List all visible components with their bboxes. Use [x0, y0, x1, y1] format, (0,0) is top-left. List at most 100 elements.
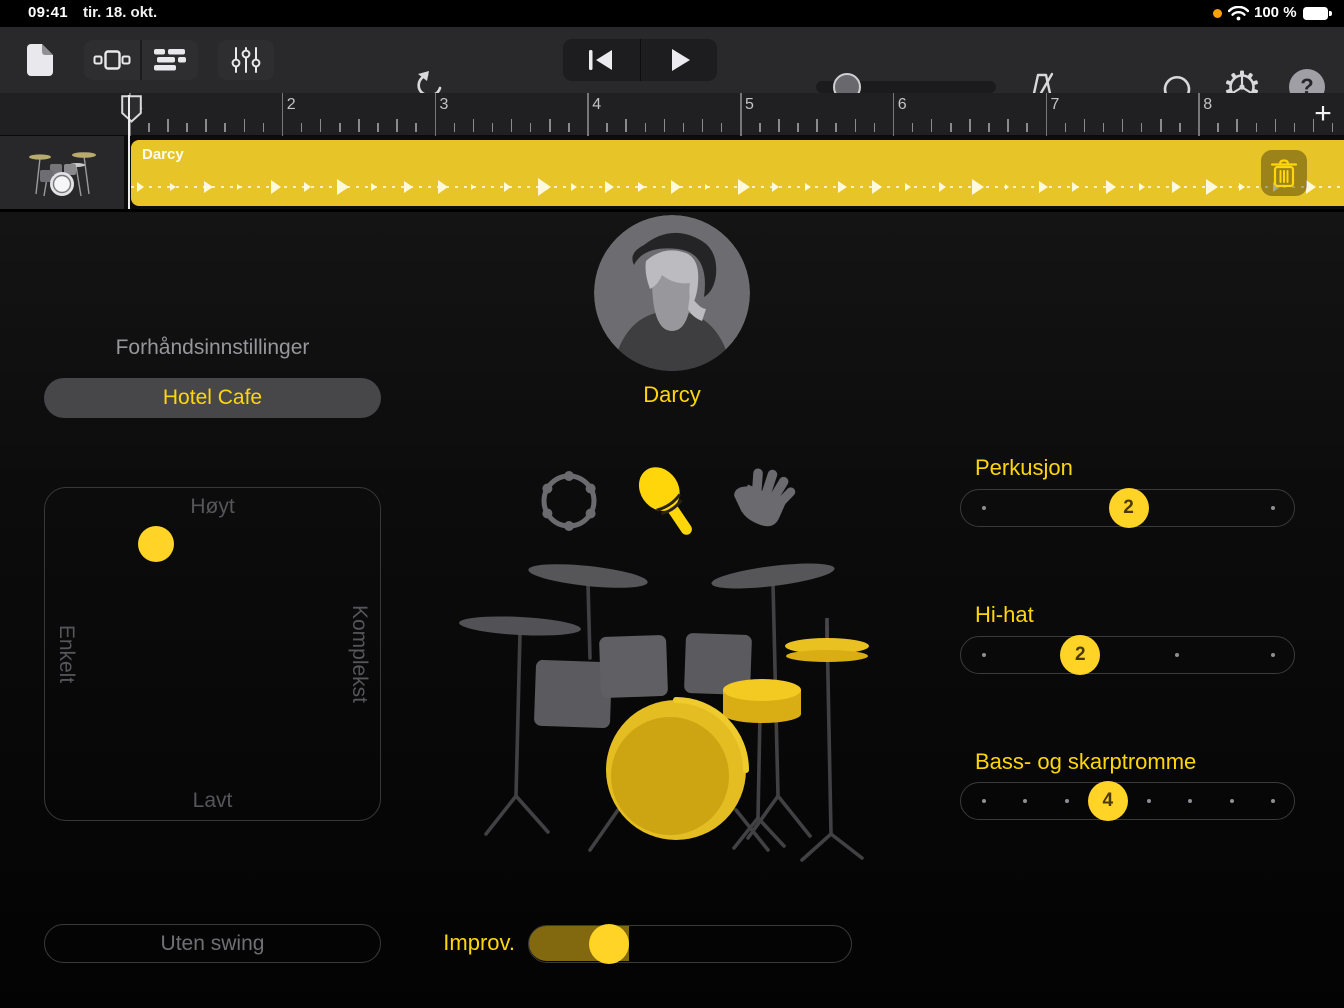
tracks-view-button[interactable] — [142, 40, 198, 80]
kick-drum-yellow[interactable] — [606, 700, 746, 840]
stepper-dot[interactable] — [1271, 506, 1275, 510]
ruler-tick — [263, 123, 265, 132]
percussion-stepper[interactable]: 2 — [960, 489, 1295, 527]
stepper-dot[interactable] — [982, 506, 986, 510]
ruler-tick — [415, 123, 417, 132]
play-button[interactable] — [641, 39, 718, 81]
stepper-dot[interactable] — [1230, 799, 1234, 803]
ruler-tick — [855, 119, 857, 132]
improv-slider-knob[interactable] — [589, 924, 629, 964]
waveform-marker — [705, 184, 709, 190]
ruler-tick — [664, 119, 666, 132]
battery-icon — [1303, 7, 1328, 20]
ruler-tick — [1103, 123, 1105, 132]
privacy-indicator-dot — [1213, 9, 1222, 18]
ruler-tick — [912, 123, 914, 132]
handclap-button[interactable] — [728, 465, 798, 535]
stepper-dot[interactable] — [1188, 799, 1192, 803]
waveform-marker — [772, 182, 779, 192]
ruler-tick — [625, 119, 627, 132]
stepper-dot[interactable] — [1023, 799, 1027, 803]
ruler-tick — [530, 123, 532, 132]
stepper-dot[interactable] — [982, 653, 986, 657]
loudness-complexity-pad[interactable]: Høyt Lavt Enkelt Komplekst — [44, 487, 381, 821]
ruler-bar-line — [587, 93, 589, 136]
ruler-tick — [205, 119, 207, 132]
drum-kit-thumbnail — [26, 146, 98, 200]
track-header-drums[interactable] — [0, 136, 124, 210]
ruler-tick — [549, 119, 551, 132]
status-bar: 09:41 tir. 18. okt. 100 % — [0, 0, 1344, 27]
waveform-marker — [204, 181, 213, 193]
ruler-tick — [320, 119, 322, 132]
drum-kit-illustration[interactable] — [438, 538, 896, 878]
delete-region-button[interactable] — [1261, 150, 1307, 196]
swing-button[interactable]: Uten swing — [44, 924, 381, 963]
stepper-dot[interactable] — [1175, 653, 1179, 657]
ruler-tick — [1236, 119, 1238, 132]
xy-pad-puck[interactable] — [138, 526, 174, 562]
document-button[interactable] — [20, 40, 60, 80]
kick-snare-stepper[interactable]: 4 — [960, 782, 1295, 820]
ruler-tick — [1179, 123, 1181, 132]
stepper-dot[interactable] — [1271, 799, 1275, 803]
xy-label-left: Enkelt — [54, 625, 78, 683]
live-loops-view-button[interactable] — [84, 40, 140, 80]
waveform-marker — [939, 182, 946, 192]
mixer-button[interactable] — [218, 40, 274, 80]
stepper-knob[interactable]: 2 — [1109, 488, 1149, 528]
stepper-knob[interactable]: 2 — [1060, 635, 1100, 675]
maracas-button[interactable] — [630, 459, 702, 539]
drummer-avatar[interactable] — [594, 215, 750, 371]
waveform-marker — [905, 183, 911, 191]
waveform-marker — [571, 183, 577, 191]
ruler-tick — [396, 119, 398, 132]
hihat-stepper[interactable]: 2 — [960, 636, 1295, 674]
ruler-tick — [683, 123, 685, 132]
ruler-tick — [186, 123, 188, 132]
stepper-dot[interactable] — [1271, 653, 1275, 657]
add-track-button[interactable]: + — [1306, 97, 1340, 131]
stepper-dot[interactable] — [982, 799, 986, 803]
gray-cymbals[interactable] — [459, 559, 836, 639]
battery-icon-nub — [1329, 11, 1332, 16]
stepper-dot[interactable] — [1147, 799, 1151, 803]
skip-to-start-button[interactable] — [563, 39, 640, 81]
presets-label: Forhåndsinnstillinger — [44, 336, 381, 360]
play-icon — [667, 48, 691, 72]
ruler-bar-number: 2 — [287, 96, 296, 114]
waveform-marker — [271, 180, 281, 194]
waveform-marker — [1039, 181, 1048, 193]
ruler-tick — [950, 123, 952, 132]
hi-hat-yellow[interactable] — [785, 618, 869, 662]
region-name: Darcy — [142, 146, 184, 163]
ruler-tick — [988, 123, 990, 132]
ruler-tick — [511, 119, 513, 132]
playhead-marker[interactable] — [121, 95, 142, 123]
waveform-marker — [170, 183, 176, 191]
view-segmented-control — [84, 40, 198, 80]
trash-icon — [1271, 159, 1297, 187]
waveform-marker — [838, 181, 847, 193]
improv-slider[interactable] — [528, 925, 852, 963]
waveform-marker — [404, 181, 413, 193]
ruler-tick — [1065, 123, 1067, 132]
snare-yellow[interactable] — [723, 679, 801, 723]
improv-label: Improv. — [345, 930, 515, 956]
ruler-tick — [606, 123, 608, 132]
stepper-knob[interactable]: 4 — [1088, 781, 1128, 821]
waveform-marker — [671, 180, 681, 194]
ruler-bar-number: 5 — [745, 96, 754, 114]
playhead-line[interactable] — [128, 95, 130, 209]
ruler-tick — [1122, 119, 1124, 132]
drummer-region[interactable]: Darcy — [131, 140, 1344, 206]
stepper-label-kick-snare: Bass- og skarptromme — [975, 749, 1196, 775]
ruler-tick — [797, 123, 799, 132]
waveform-marker — [1139, 183, 1145, 191]
preset-button[interactable]: Hotel Cafe — [44, 378, 381, 418]
drummer-editor: Darcy Forhåndsinnstillinger Hotel Cafe H… — [0, 212, 1344, 1008]
tambourine-button[interactable] — [535, 467, 603, 535]
timeline-ruler[interactable]: 12345678 — [0, 93, 1344, 136]
ruler-tick — [1007, 119, 1009, 132]
stepper-dot[interactable] — [1065, 799, 1069, 803]
